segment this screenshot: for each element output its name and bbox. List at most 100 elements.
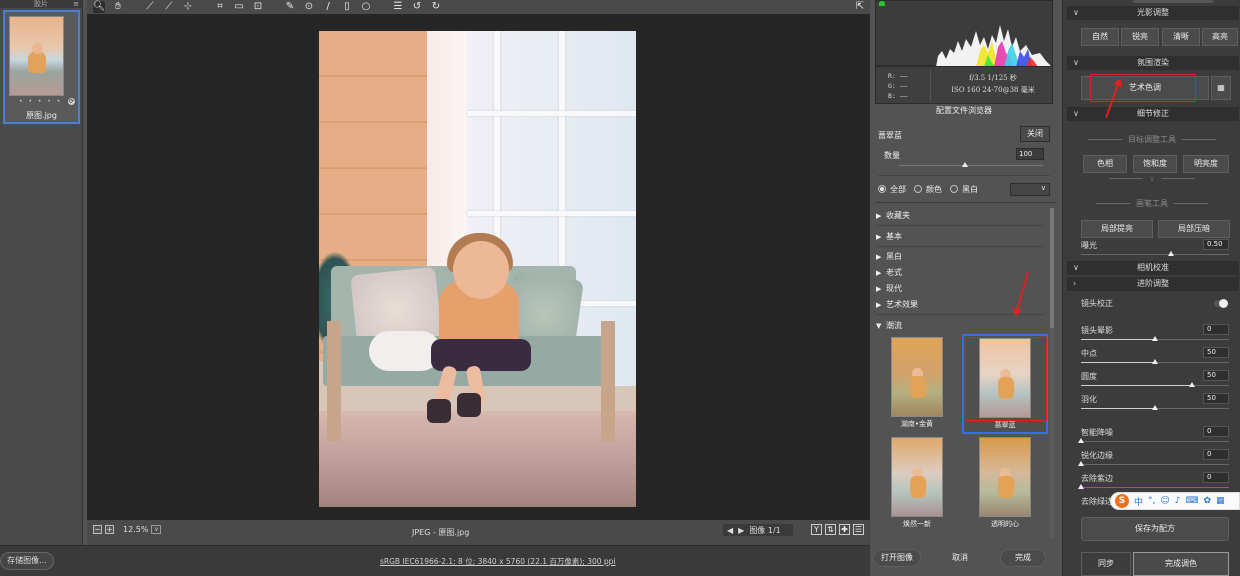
feather-slider-thumb[interactable]: [1152, 405, 1158, 410]
toggle-settings-icon[interactable]: ☰: [853, 524, 864, 535]
sharpen-edges-slider-thumb[interactable]: [1078, 461, 1084, 466]
sogou-logo-icon[interactable]: S: [1115, 494, 1129, 508]
profile-group-bw[interactable]: ▶ 黑白: [876, 250, 1046, 264]
finish-grading-button[interactable]: 完成调色: [1133, 552, 1229, 576]
exposure-slider[interactable]: [1081, 254, 1229, 255]
targeted-adjust-icon[interactable]: ⊹: [182, 1, 194, 13]
art-tone-grid-icon[interactable]: ▦: [1211, 76, 1231, 100]
cancel-button[interactable]: 取消: [938, 549, 982, 567]
filter-color-radio[interactable]: [914, 185, 922, 193]
filter-bw-radio[interactable]: [950, 185, 958, 193]
adjustment-brush-icon[interactable]: /: [322, 1, 334, 13]
keyboard-icon[interactable]: ⌨: [1186, 496, 1199, 506]
defringe-purple-slider-thumb[interactable]: [1078, 484, 1084, 489]
emoji-icon[interactable]: ☺: [1160, 496, 1169, 506]
profile-group-vintage[interactable]: ▶ 老式: [876, 266, 1046, 280]
luminance-button[interactable]: 明亮度: [1183, 155, 1229, 173]
amount-slider[interactable]: [899, 165, 1043, 166]
advanced-adjust-header[interactable]: › 进阶调整: [1067, 277, 1239, 291]
filter-all-radio[interactable]: [878, 185, 886, 193]
sync-button[interactable]: 同步: [1081, 552, 1131, 576]
profile-scrollbar-thumb[interactable]: [1050, 208, 1054, 328]
preset-hunan-golden[interactable]: 湖南•金黄: [890, 337, 944, 429]
vignette-field[interactable]: 0: [1203, 324, 1229, 335]
image-canvas[interactable]: [87, 14, 870, 520]
vignette-slider-thumb[interactable]: [1152, 336, 1158, 341]
light-natural-button[interactable]: 自然: [1081, 28, 1119, 46]
defringe-purple-slider[interactable]: [1081, 487, 1229, 488]
close-profile-browser-button[interactable]: 关闭: [1020, 126, 1050, 142]
filter-bw-label[interactable]: 黑白: [962, 184, 978, 195]
microphone-icon[interactable]: ♪: [1175, 496, 1181, 506]
copy-settings-icon[interactable]: ✚: [839, 524, 850, 535]
prev-image-icon[interactable]: ◀: [727, 526, 733, 535]
color-sampler-icon[interactable]: ⟋: [163, 1, 175, 13]
crop-icon[interactable]: ⌗: [214, 1, 226, 13]
swap-settings-icon[interactable]: ⇅: [825, 524, 836, 535]
ime-punctuation[interactable]: °,: [1148, 496, 1155, 506]
white-balance-icon[interactable]: ⟋: [144, 1, 156, 13]
preset-refresh[interactable]: 焕然一新: [890, 437, 944, 529]
filter-all-label[interactable]: 全部: [890, 184, 906, 195]
roundness-slider-thumb[interactable]: [1189, 382, 1195, 387]
preferences-icon[interactable]: ☰: [392, 1, 404, 13]
save-image-button[interactable]: 存储图像...: [0, 552, 54, 570]
filmstrip-menu-icon[interactable]: ≡: [73, 0, 79, 8]
noise-reduction-slider[interactable]: [1081, 441, 1229, 442]
atmosphere-header[interactable]: ∨ 氛围渲染: [1067, 56, 1239, 70]
defringe-purple-field[interactable]: 0: [1203, 472, 1229, 483]
noise-reduction-field[interactable]: 0: [1203, 426, 1229, 437]
zoom-in-button[interactable]: +: [105, 525, 114, 534]
shadow-clip-indicator[interactable]: [879, 1, 885, 6]
midpoint-field[interactable]: 50: [1203, 347, 1229, 358]
amount-field[interactable]: 100: [1016, 148, 1044, 160]
graduated-filter-icon[interactable]: ▯: [341, 1, 353, 13]
rating-stars[interactable]: • • • • •: [19, 98, 62, 105]
midpoint-slider-thumb[interactable]: [1152, 359, 1158, 364]
transform-icon[interactable]: ⊡: [252, 1, 264, 13]
done-button[interactable]: 完成: [1000, 549, 1046, 567]
rotate-right-icon[interactable]: ↻: [430, 1, 442, 13]
profile-group-trend[interactable]: ▼ 潮流: [876, 319, 1046, 333]
amount-slider-thumb[interactable]: [962, 162, 968, 167]
lens-correction-toggle[interactable]: [1214, 299, 1228, 308]
before-after-y-button[interactable]: Y: [811, 524, 822, 535]
spot-removal-icon[interactable]: ✎: [284, 1, 296, 13]
noise-reduction-slider-thumb[interactable]: [1078, 438, 1084, 443]
filter-color-label[interactable]: 颜色: [926, 184, 942, 195]
filmstrip-thumbnail[interactable]: • • • • • ⟳ 原图.jpg: [3, 10, 80, 124]
sharpen-edges-slider[interactable]: [1081, 464, 1229, 465]
next-image-icon[interactable]: ▶: [738, 526, 744, 535]
zoom-out-button[interactable]: −: [93, 525, 102, 534]
profile-group-basic[interactable]: ▶ 基本: [876, 230, 1046, 244]
ime-mode[interactable]: 中: [1134, 495, 1143, 508]
exposure-field[interactable]: 0.50: [1203, 239, 1229, 250]
save-preset-button[interactable]: 保存为配方: [1081, 517, 1229, 541]
collapse-arrow-icon[interactable]: ∨: [1063, 174, 1240, 183]
light-high-button[interactable]: 高亮: [1202, 28, 1238, 46]
feather-field[interactable]: 50: [1203, 393, 1229, 404]
preset-qiangcui-blue[interactable]: 蔷翠蓝: [962, 334, 1048, 434]
exposure-slider-thumb[interactable]: [1168, 251, 1174, 256]
rotate-left-icon[interactable]: ↺: [411, 1, 423, 13]
light-adjust-header[interactable]: ∨ 光影调整: [1067, 6, 1239, 20]
skin-icon[interactable]: ✿: [1204, 496, 1212, 506]
saturation-button[interactable]: 饱和度: [1133, 155, 1177, 173]
local-darken-button[interactable]: 局部压暗: [1158, 220, 1230, 238]
open-image-button[interactable]: 打开图像: [873, 549, 921, 567]
profile-group-favorites[interactable]: ▶ 收藏夹: [876, 209, 1046, 223]
workflow-options-link[interactable]: sRGB IEC61966-2.1; 8 位; 3840 x 5760 (22.…: [380, 556, 616, 567]
light-bright-button[interactable]: 锐亮: [1121, 28, 1159, 46]
preset-transparent-heart[interactable]: 透明的心: [978, 437, 1032, 529]
hue-button[interactable]: 色相: [1083, 155, 1127, 173]
zoom-dropdown-icon[interactable]: ∨: [151, 525, 162, 534]
zoom-level[interactable]: 12.5%: [123, 525, 148, 534]
hand-icon[interactable]: ✋︎: [112, 1, 124, 13]
camera-calibration-header[interactable]: ∨ 相机校准: [1067, 261, 1239, 275]
radial-filter-icon[interactable]: ○: [360, 1, 372, 13]
red-eye-icon[interactable]: ⊙: [303, 1, 315, 13]
local-brighten-button[interactable]: 局部提亮: [1081, 220, 1153, 238]
export-icon[interactable]: ⇱: [854, 1, 866, 13]
straighten-icon[interactable]: ▭: [233, 1, 245, 13]
view-mode-dropdown[interactable]: ∨: [1010, 182, 1050, 196]
